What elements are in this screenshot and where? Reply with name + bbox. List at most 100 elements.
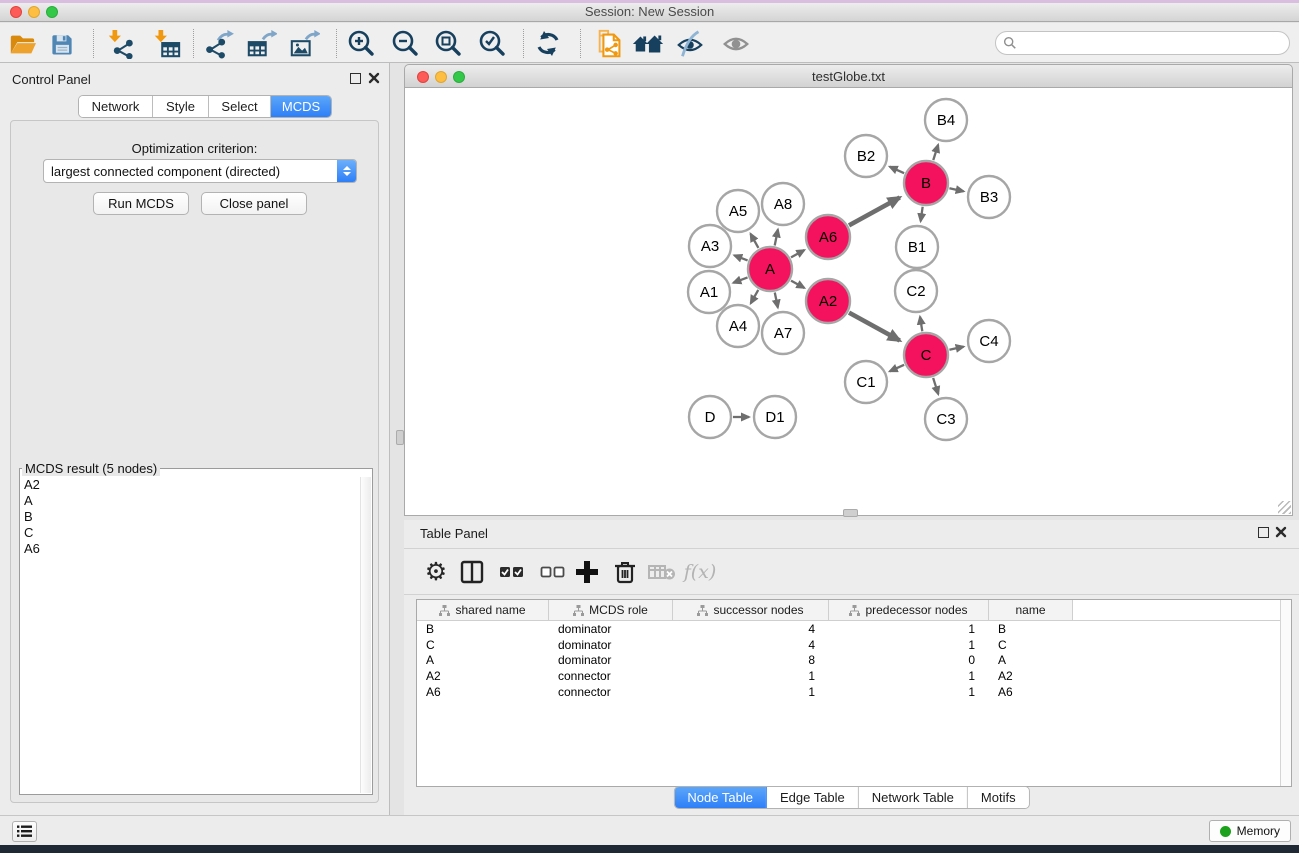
tab-select[interactable]: Select [209,96,271,117]
task-history-button[interactable] [12,821,37,842]
edge-C-C2[interactable] [920,317,922,332]
cell-MCDS-role[interactable]: connector [549,685,673,699]
select-all-checkboxes-icon[interactable] [497,557,527,587]
create-column-icon[interactable] [572,557,602,587]
close-window-button[interactable] [10,6,22,18]
cell-shared-name[interactable]: C [417,638,549,652]
zoom-fit-icon[interactable] [431,27,465,61]
tab-motifs[interactable]: Motifs [968,787,1029,808]
cell-successor-nodes[interactable]: 4 [673,622,829,636]
vertical-splitter-handle[interactable] [396,430,404,445]
table-scrollbar[interactable] [1280,600,1291,786]
column-header-shared-name[interactable]: shared name [417,600,549,620]
cell-name[interactable]: A6 [989,685,1073,699]
open-file-icon[interactable] [5,27,39,61]
cell-MCDS-role[interactable]: dominator [549,653,673,667]
edge-A-A1[interactable] [733,277,747,282]
edge-C-C1[interactable] [890,365,904,371]
mcds-result-item-a2[interactable]: A2 [24,477,372,493]
cell-successor-nodes[interactable]: 8 [673,653,829,667]
table-row[interactable]: Adominator80A [417,652,1291,668]
export-table-icon[interactable] [244,27,278,61]
edge-A6-B[interactable] [849,197,900,225]
edge-A-A3[interactable] [734,255,747,260]
mcds-result-item-b[interactable]: B [24,509,372,525]
mcds-list-scrollbar[interactable] [360,477,371,793]
window-resize-grip[interactable] [1278,501,1291,514]
edge-A-A8[interactable] [775,229,778,245]
cell-MCDS-role[interactable]: connector [549,669,673,683]
edge-A-A7[interactable] [775,293,778,308]
network-canvas[interactable]: AA1A2A3A4A5A6A7A8BB1B2B3B4CC1C2C3C4DD1 [404,88,1293,516]
cell-predecessor-nodes[interactable]: 1 [829,622,989,636]
mcds-result-item-c[interactable]: C [24,525,372,541]
run-mcds-button[interactable]: Run MCDS [93,192,189,215]
tab-network[interactable]: Network [79,96,153,117]
cell-successor-nodes[interactable]: 1 [673,669,829,683]
tab-node-table[interactable]: Node Table [674,787,767,808]
network-window-titlebar[interactable]: testGlobe.txt [404,64,1293,88]
cell-predecessor-nodes[interactable]: 0 [829,653,989,667]
column-header-successor-nodes[interactable]: successor nodes [673,600,829,620]
float-table-panel-icon[interactable] [1258,527,1269,538]
zoom-window-button[interactable] [46,6,58,18]
save-session-icon[interactable] [45,27,79,61]
table-row[interactable]: A2connector11A2 [417,668,1291,684]
home-first-neighbors-icon[interactable] [631,27,665,61]
cell-predecessor-nodes[interactable]: 1 [829,638,989,652]
edge-A-A2[interactable] [791,281,804,288]
cell-name[interactable]: A [989,653,1073,667]
refresh-layout-icon[interactable] [531,27,565,61]
edge-C-C4[interactable] [949,347,963,350]
edge-C-C3[interactable] [933,378,938,394]
tab-style[interactable]: Style [153,96,209,117]
cell-MCDS-role[interactable]: dominator [549,622,673,636]
float-panel-icon[interactable] [350,73,361,84]
cell-name[interactable]: A2 [989,669,1073,683]
export-image-icon[interactable] [287,27,321,61]
mcds-result-item-a6[interactable]: A6 [24,541,372,557]
edge-A-A4[interactable] [751,290,759,303]
edge-B-B4[interactable] [933,145,938,160]
cell-name[interactable]: B [989,622,1073,636]
cell-MCDS-role[interactable]: dominator [549,638,673,652]
edge-B-B3[interactable] [949,188,963,191]
cell-shared-name[interactable]: A [417,653,549,667]
close-panel-icon[interactable] [368,72,380,84]
tab-mcds[interactable]: MCDS [271,96,331,117]
edge-A-A6[interactable] [791,250,804,257]
network-close-button[interactable] [417,71,429,83]
cell-shared-name[interactable]: A6 [417,685,549,699]
delete-columns-icon[interactable] [610,557,640,587]
zoom-in-icon[interactable] [344,27,378,61]
zoom-selected-icon[interactable] [475,27,509,61]
table-row[interactable]: Bdominator41B [417,621,1291,637]
horizontal-splitter-handle[interactable] [843,509,858,517]
network-zoom-button[interactable] [453,71,465,83]
cell-shared-name[interactable]: B [417,622,549,636]
deselect-all-checkboxes-icon[interactable] [538,557,568,587]
table-options-gear-icon[interactable]: ⚙ [421,557,451,587]
column-header-name[interactable]: name [989,600,1073,620]
edge-A2-C[interactable] [849,313,900,341]
search-input[interactable] [1021,34,1289,52]
cell-shared-name[interactable]: A2 [417,669,549,683]
tab-network-table[interactable]: Network Table [859,787,968,808]
mcds-result-item-a[interactable]: A [24,493,372,509]
edge-B-B2[interactable] [890,167,904,173]
import-table-icon[interactable] [149,27,183,61]
minimize-window-button[interactable] [28,6,40,18]
table-row[interactable]: Cdominator41C [417,637,1291,653]
cell-name[interactable]: C [989,638,1073,652]
main-titlebar[interactable]: Session: New Session [0,3,1299,22]
zoom-out-icon[interactable] [388,27,422,61]
cell-predecessor-nodes[interactable]: 1 [829,685,989,699]
table-row[interactable]: A6connector11A6 [417,684,1291,700]
import-network-icon[interactable] [103,27,137,61]
network-minimize-button[interactable] [435,71,447,83]
search-field[interactable] [995,31,1290,55]
edge-A-A5[interactable] [751,234,759,248]
mcds-result-list[interactable]: A2ABCA6 [20,476,372,794]
optimization-criterion-dropdown[interactable]: largest connected component (directed) [43,159,357,183]
tab-edge-table[interactable]: Edge Table [767,787,859,808]
